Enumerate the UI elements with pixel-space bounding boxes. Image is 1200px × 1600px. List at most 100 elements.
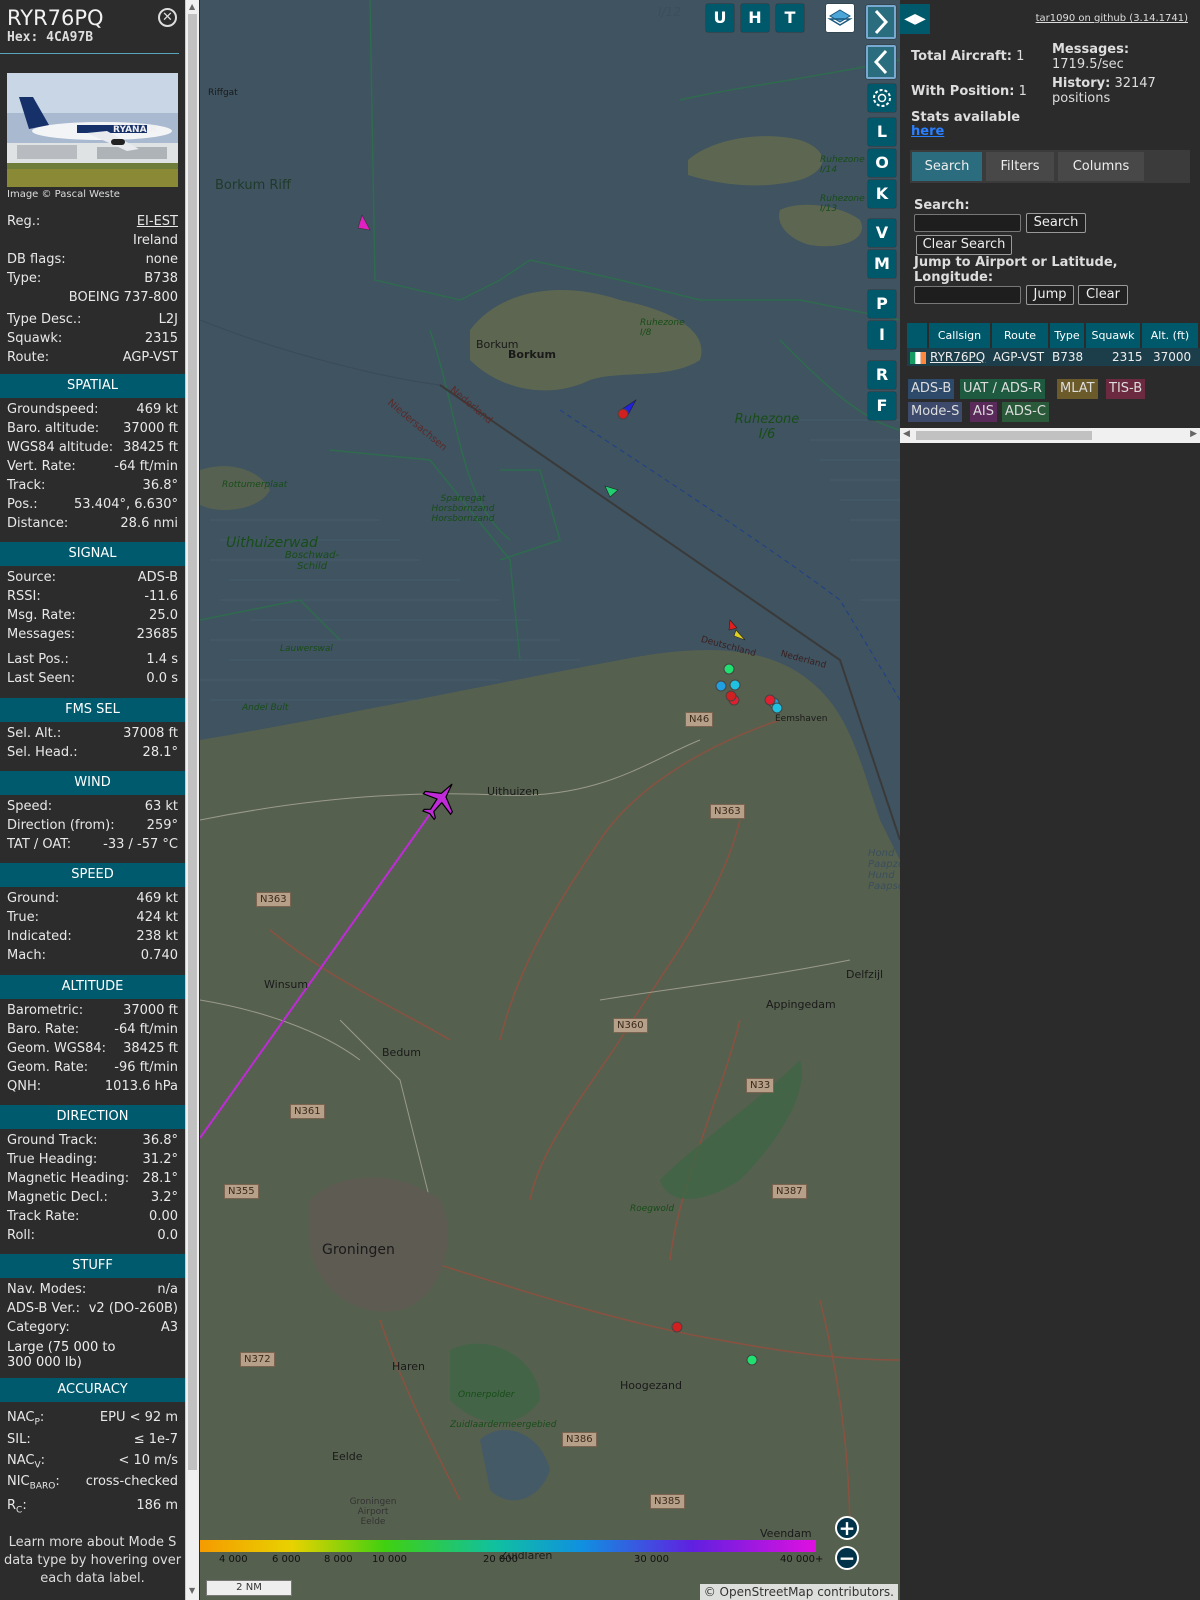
sidebar: ◀▶ tar1090 on github (3.14.1741) Total A…: [900, 0, 1200, 1600]
table-row[interactable]: RYR76PQ AGP-VST B738 2315 37000: [907, 348, 1200, 366]
table-horizontal-scrollbar[interactable]: ◀ ▶: [900, 428, 1200, 443]
column-header-altitude[interactable]: Alt. (ft): [1142, 323, 1198, 348]
altitude-row: Barometric: 37000 ft: [7, 1001, 178, 1020]
fms-label: Sel. Alt.:: [7, 726, 62, 741]
reg-label: Reg.:: [7, 214, 41, 229]
selected-aircraft-icon[interactable]: [415, 774, 466, 826]
legend-modes[interactable]: Mode-S: [908, 402, 963, 422]
toggle-p-button[interactable]: P: [868, 290, 896, 318]
speed-label: True:: [7, 910, 39, 925]
route-label: Route:: [7, 350, 50, 365]
column-header-callsign[interactable]: Callsign: [929, 323, 990, 348]
tab-search[interactable]: Search: [912, 152, 982, 181]
registration-link[interactable]: EI-EST: [137, 212, 178, 231]
toggle-i-button[interactable]: I: [868, 321, 896, 349]
dbflags-label: DB flags:: [7, 252, 66, 267]
zoom-out-icon[interactable]: −: [835, 1546, 859, 1570]
legend-adsc[interactable]: ADS-C: [1002, 402, 1049, 422]
altitude-value: 1013.6 hPa: [104, 1079, 178, 1094]
map-view[interactable]: Riffgat Borkum Riff I/12 Borkum Borkum R…: [200, 0, 900, 1600]
clear-search-button[interactable]: Clear Search: [916, 235, 1012, 255]
collapse-left-icon[interactable]: [866, 45, 896, 79]
spatial-label: Groundspeed:: [7, 402, 99, 417]
toggle-h-button[interactable]: H: [741, 4, 769, 32]
aircraft-marker-icon[interactable]: [733, 629, 746, 641]
aircraft-photo[interactable]: RYANAIR: [7, 73, 178, 187]
close-icon[interactable]: ✕: [158, 8, 177, 27]
legend-ais[interactable]: AIS: [970, 402, 997, 422]
info-panel-scrollbar[interactable]: ▲ ▼: [185, 0, 199, 1600]
row-callsign[interactable]: RYR76PQ: [930, 348, 985, 366]
search-input[interactable]: [914, 214, 1021, 232]
jump-input[interactable]: [914, 286, 1021, 304]
ground-vehicle-markers[interactable]: [617, 408, 783, 1366]
fms-value: 37008 ft: [123, 726, 178, 741]
settings-gear-icon[interactable]: [868, 84, 896, 112]
toggle-k-button[interactable]: K: [868, 180, 896, 208]
total-aircraft-value: 1: [1016, 49, 1025, 64]
expand-right-icon[interactable]: [866, 5, 896, 39]
legend-adsb[interactable]: ADS-B: [908, 379, 955, 399]
toggle-v-button[interactable]: V: [868, 219, 896, 247]
stats-link[interactable]: here: [911, 124, 944, 139]
toggle-t-button[interactable]: T: [776, 4, 804, 32]
type-value: B738: [144, 271, 178, 286]
signal-label: Source:: [7, 570, 57, 585]
sidebar-resize-icon[interactable]: ◀▶: [900, 4, 930, 34]
signal-value: 25.0: [149, 608, 178, 623]
horizontal-scroll-thumb[interactable]: [916, 431, 1092, 440]
legend-mlat[interactable]: MLAT: [1057, 379, 1098, 399]
column-header-squawk[interactable]: Squawk: [1086, 323, 1140, 348]
section-accuracy: ACCURACY: [0, 1378, 185, 1402]
category-value: A3: [160, 1320, 178, 1335]
scroll-right-icon[interactable]: ▶: [1190, 429, 1197, 439]
toggle-f-button[interactable]: F: [868, 392, 896, 420]
direction-row: Magnetic Heading: 28.1°: [7, 1169, 178, 1188]
section-wind: WIND: [0, 771, 185, 795]
version-link[interactable]: tar1090 on github (3.14.1741): [1036, 13, 1188, 24]
column-header-route[interactable]: Route: [992, 323, 1048, 348]
tab-filters[interactable]: Filters: [986, 152, 1054, 181]
spatial-value: 36.8°: [142, 478, 178, 493]
speed-row: Mach: 0.740: [7, 946, 178, 965]
toggle-o-button[interactable]: O: [868, 149, 896, 177]
column-header-type[interactable]: Type: [1050, 323, 1084, 348]
type-label: Type:: [7, 271, 42, 286]
tab-columns[interactable]: Columns: [1058, 152, 1144, 181]
toggle-u-button[interactable]: U: [706, 4, 734, 32]
map-attribution[interactable]: © OpenStreetMap contributors.: [699, 1584, 898, 1600]
rc-value: 186 m: [136, 1498, 178, 1513]
category-label: Category:: [7, 1320, 70, 1335]
nacv-value: < 10 m/s: [118, 1453, 178, 1468]
toggle-r-button[interactable]: R: [868, 361, 896, 389]
scroll-up-icon[interactable]: ▲: [189, 2, 195, 11]
aircraft-info-panel: RYR76PQ Hex: 4CA97B ✕ RYANAIR Image © Pa…: [0, 0, 185, 1600]
spatial-row: Baro. altitude: 37000 ft: [7, 419, 178, 438]
toggle-m-button[interactable]: M: [868, 250, 896, 278]
aircraft-marker-icon[interactable]: [728, 619, 738, 631]
speed-value: 238 kt: [136, 929, 178, 944]
section-fms-sel: FMS SEL: [0, 698, 185, 722]
scroll-down-icon[interactable]: ▼: [189, 1586, 195, 1595]
spatial-label: Track:: [7, 478, 46, 493]
direction-label: Track Rate:: [7, 1209, 80, 1224]
toggle-l-button[interactable]: L: [868, 118, 896, 146]
layers-icon[interactable]: [826, 4, 854, 32]
clear-jump-button[interactable]: Clear: [1078, 285, 1128, 305]
legend-tisb[interactable]: TIS-B: [1106, 379, 1146, 399]
category-row: Category: A3: [7, 1318, 178, 1337]
legend-uat-adsr[interactable]: UAT / ADS-R: [960, 379, 1045, 399]
spatial-value: 38425 ft: [123, 440, 178, 455]
zoom-in-icon[interactable]: +: [835, 1516, 859, 1540]
signal-row: Msg. Rate: 25.0: [7, 606, 178, 625]
spatial-value: 28.6 nmi: [120, 516, 178, 531]
signal-value: ADS-B: [137, 570, 178, 585]
row-squawk: 2315: [1112, 350, 1143, 364]
search-button[interactable]: Search: [1026, 213, 1086, 233]
jump-button[interactable]: Jump: [1026, 285, 1074, 305]
aircraft-marker-icon[interactable]: [604, 485, 619, 498]
aircraft-marker-icon[interactable]: [357, 214, 371, 231]
hex-label: Hex:: [7, 30, 39, 45]
scroll-left-icon[interactable]: ◀: [903, 429, 910, 439]
scrollbar-thumb[interactable]: [188, 14, 197, 1470]
